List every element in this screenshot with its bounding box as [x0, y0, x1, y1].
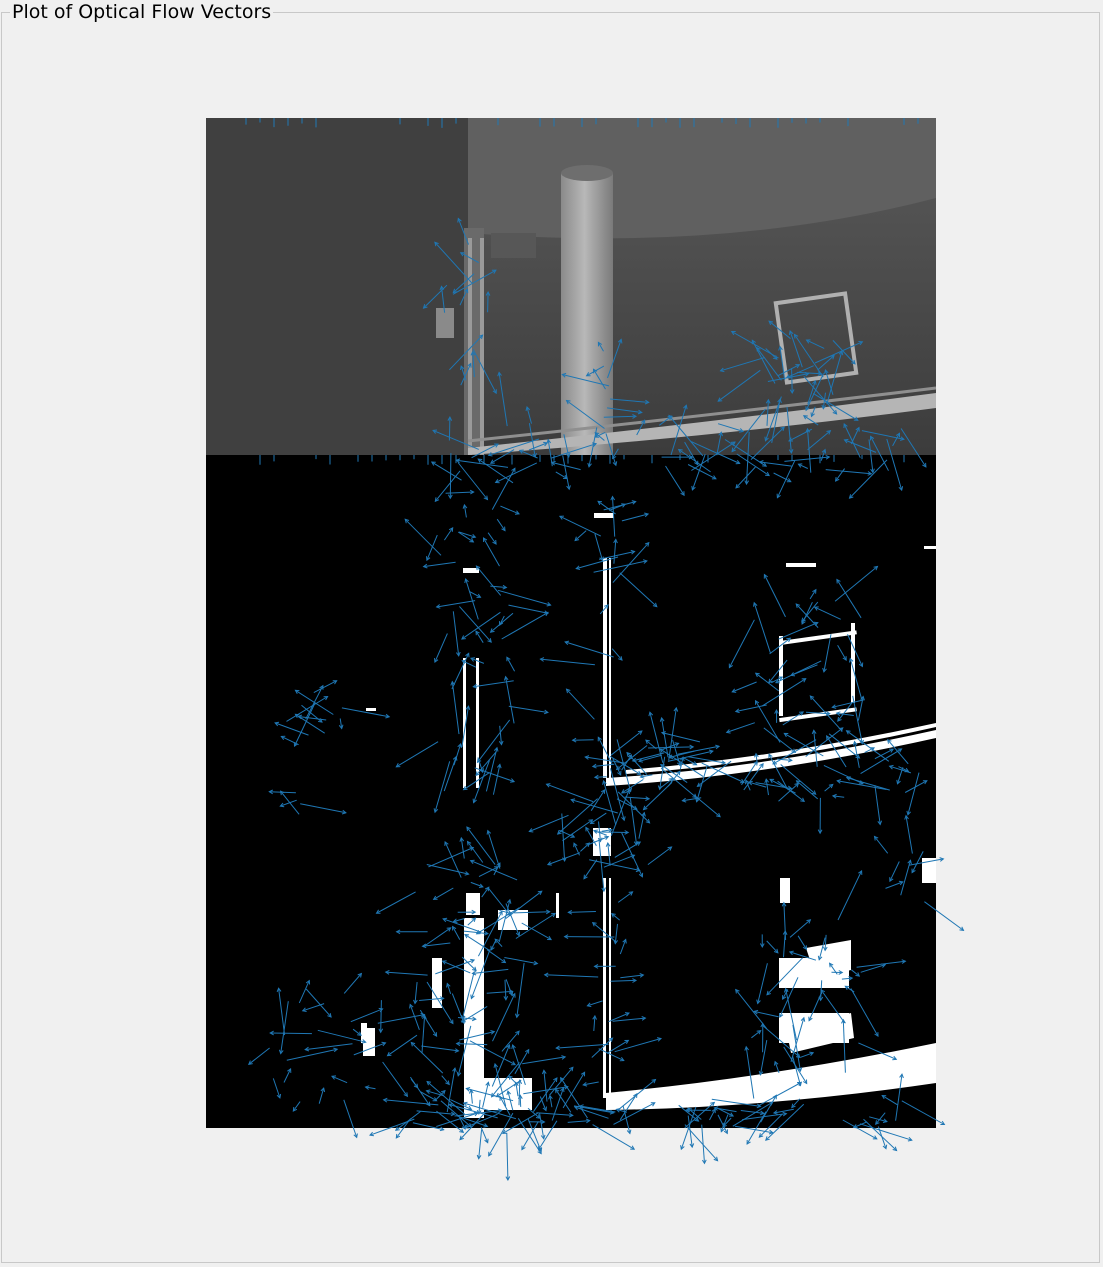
- flow-vector: [487, 291, 489, 313]
- flow-vector: [448, 417, 451, 441]
- plot-canvas: [206, 118, 965, 1182]
- grayscale-frame: [206, 118, 937, 455]
- edge-map: [206, 455, 936, 1128]
- flow-vector: [449, 453, 452, 499]
- flow-vector: [791, 368, 793, 394]
- optical-flow-plot: [206, 118, 965, 1182]
- panel-title: Plot of Optical Flow Vectors: [10, 1, 274, 23]
- flow-vector: [380, 1000, 382, 1033]
- flow-vector: [270, 1032, 312, 1035]
- flow-vector: [519, 1095, 522, 1107]
